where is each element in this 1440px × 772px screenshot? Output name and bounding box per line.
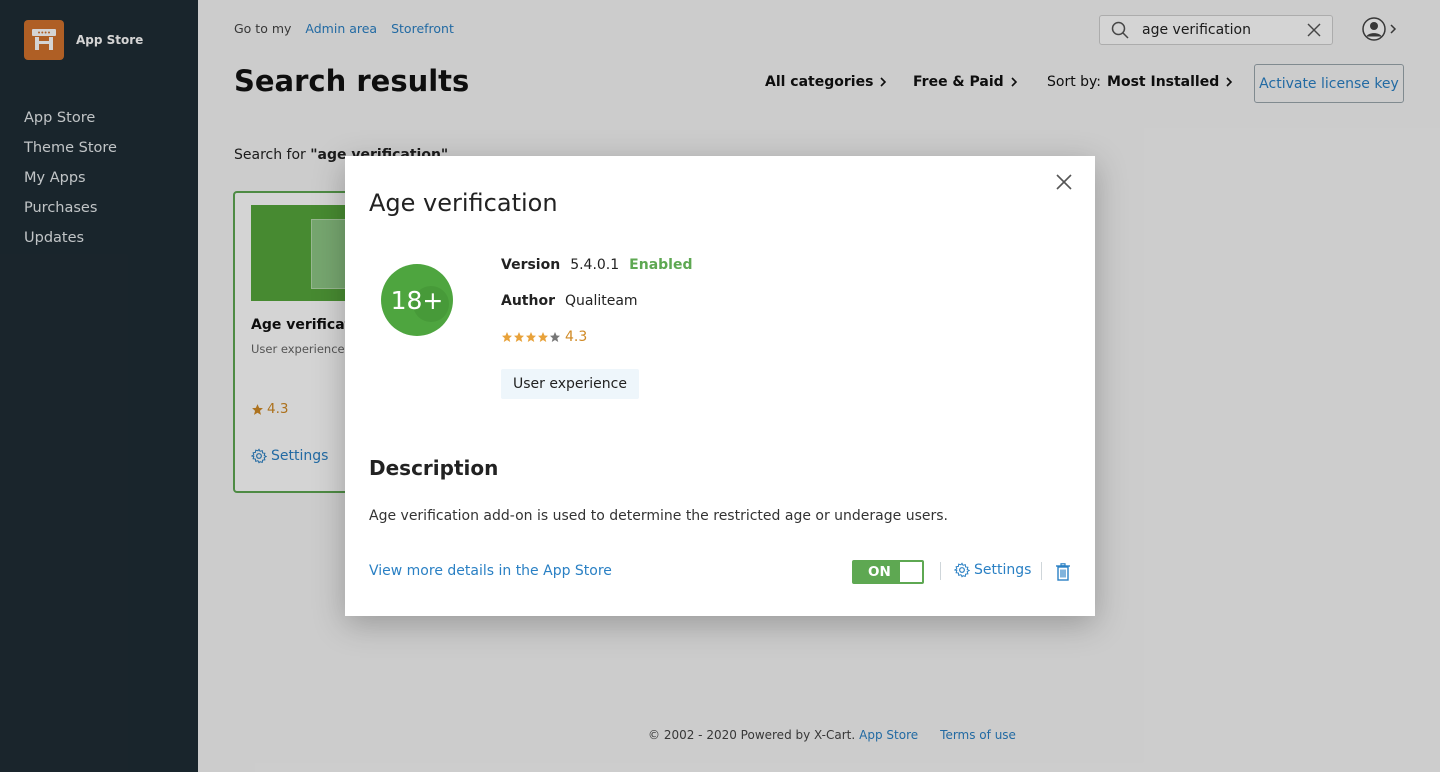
- rating-value: 4.3: [565, 329, 588, 345]
- version-label: Version: [501, 257, 561, 273]
- gear-icon: [954, 562, 970, 578]
- star-icon: [514, 332, 524, 342]
- author-value: Qualiteam: [564, 293, 638, 309]
- toggle-knob: [900, 562, 922, 582]
- description-text: Age verification add-on is used to deter…: [369, 508, 948, 524]
- modal-title: Age verification: [369, 189, 558, 217]
- status-badge: Enabled: [629, 257, 693, 273]
- star-icon: [502, 332, 512, 342]
- settings-link[interactable]: Settings: [954, 562, 1031, 578]
- age-18-badge-icon: 18+: [381, 264, 453, 336]
- star-icon: [538, 332, 548, 342]
- description-heading: Description: [369, 456, 499, 480]
- app-info: Version 5.4.0.1 Enabled Author Qualiteam…: [501, 255, 693, 363]
- enable-toggle[interactable]: ON: [852, 560, 924, 584]
- star-icon: [550, 332, 560, 342]
- author-label: Author: [501, 293, 555, 309]
- view-more-details-link[interactable]: View more details in the App Store: [369, 563, 612, 579]
- divider: [1041, 562, 1042, 580]
- trash-icon[interactable]: [1055, 563, 1071, 581]
- author-row: Author Qualiteam: [501, 291, 693, 311]
- category-tag[interactable]: User experience: [501, 369, 639, 399]
- star-icon: [526, 332, 536, 342]
- app-details-modal: Age verification 18+ Version 5.4.0.1 Ena…: [345, 156, 1095, 616]
- divider: [940, 562, 941, 580]
- toggle-label: ON: [868, 564, 891, 580]
- rating-row: 4.3: [501, 327, 693, 347]
- badge-text: 18+: [391, 286, 444, 315]
- close-icon[interactable]: [1053, 171, 1075, 193]
- rating-stars: [501, 331, 561, 343]
- version-row: Version 5.4.0.1 Enabled: [501, 255, 693, 275]
- version-value: 5.4.0.1: [570, 257, 620, 273]
- settings-label: Settings: [974, 562, 1032, 578]
